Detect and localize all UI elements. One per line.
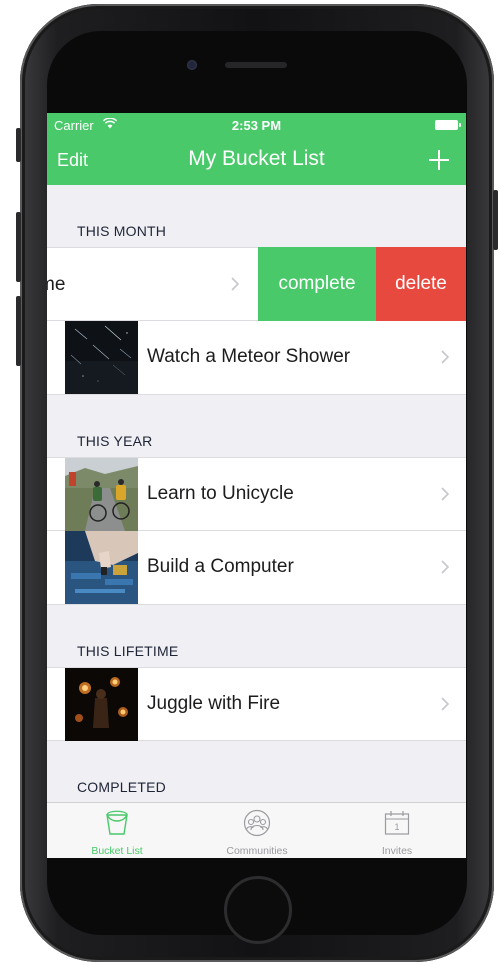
people-icon — [243, 809, 271, 837]
item-label: Watch a Meteor Shower — [147, 346, 351, 367]
item-label: Learn to Unicycle — [147, 483, 294, 504]
status-time: 2:53 PM — [231, 118, 282, 133]
front-camera — [187, 60, 197, 70]
section-header-this-month: THIS MONTH — [47, 213, 466, 247]
tab-bar: Bucket List Communities 1 Invites — [47, 802, 466, 858]
chevron-right-icon — [231, 277, 239, 291]
chevron-right-icon — [441, 697, 449, 711]
plus-icon[interactable] — [428, 149, 450, 171]
calendar-icon-day: 1 — [394, 822, 399, 832]
status-bar: Carrier 2:53 PM — [47, 113, 466, 137]
tab-label: Communities — [226, 845, 288, 857]
fire-juggling-photo — [65, 668, 138, 741]
section-header-this-lifetime: THIS LIFETIME — [47, 633, 466, 667]
bucket-icon — [106, 810, 128, 835]
tab-bucket-list[interactable]: Bucket List — [47, 803, 187, 858]
list-item-swiped[interactable]: me complete delete — [47, 247, 466, 321]
screen: Carrier 2:53 PM Edit My Bucket List THIS… — [47, 113, 466, 858]
list-item[interactable]: Learn to Unicycle — [47, 457, 466, 531]
tab-invites[interactable]: 1 Invites — [327, 803, 466, 858]
section-header-completed: COMPLETED — [47, 769, 466, 802]
motherboard-photo — [65, 531, 138, 604]
section-title: THIS LIFETIME — [77, 643, 179, 659]
chevron-right-icon — [441, 350, 449, 364]
page-title: My Bucket List — [188, 147, 325, 170]
power-button — [493, 190, 498, 250]
item-label: me — [47, 274, 66, 295]
chevron-right-icon — [441, 487, 449, 501]
volume-up-button — [16, 212, 21, 282]
battery-icon — [435, 120, 461, 130]
earpiece-speaker — [225, 62, 287, 68]
section-title: THIS MONTH — [77, 223, 167, 239]
section-title: THIS YEAR — [77, 433, 153, 449]
list-item[interactable]: Watch a Meteor Shower — [47, 321, 466, 395]
bucket-list-table[interactable]: THIS MONTH me complete delete — [47, 185, 466, 802]
navigation-bar: Edit My Bucket List — [47, 137, 466, 185]
complete-button[interactable]: complete — [258, 247, 376, 321]
cyclists-photo — [65, 458, 138, 531]
tab-label: Bucket List — [91, 845, 143, 857]
list-item[interactable]: Build a Computer — [47, 531, 466, 605]
mute-switch — [16, 128, 21, 162]
section-header-this-year: THIS YEAR — [47, 423, 466, 457]
section-title: COMPLETED — [77, 779, 166, 795]
list-item[interactable]: Juggle with Fire — [47, 667, 466, 741]
meteor-shower-photo — [65, 321, 138, 394]
item-label: Juggle with Fire — [147, 693, 281, 714]
calendar-icon: 1 — [384, 811, 410, 835]
home-button[interactable] — [224, 876, 292, 944]
item-label: Build a Computer — [147, 556, 294, 577]
delete-button[interactable]: delete — [376, 247, 466, 321]
chevron-right-icon — [441, 560, 449, 574]
tab-communities[interactable]: Communities — [187, 803, 327, 858]
volume-down-button — [16, 296, 21, 366]
tab-label: Invites — [381, 845, 413, 857]
